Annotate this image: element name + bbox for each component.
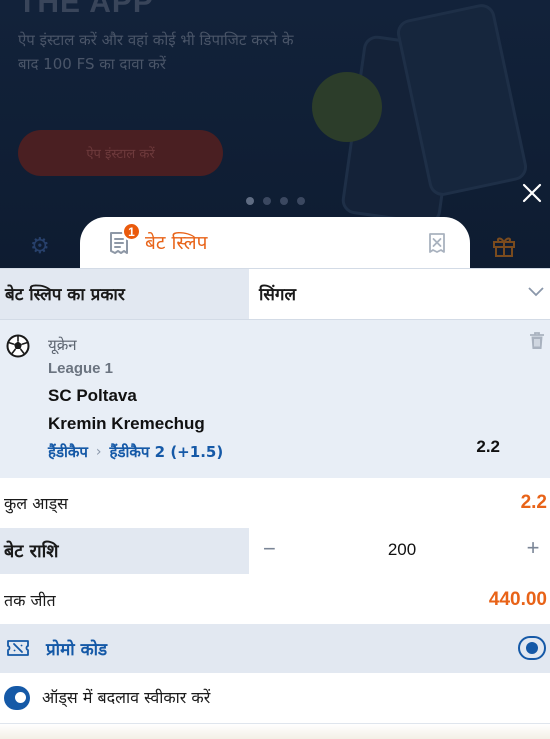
coupon-icon [6, 638, 30, 658]
bet-event-card: यूक्रेन League 1 SC Poltava Kremin Kreme… [0, 319, 550, 478]
carousel-dot [280, 197, 288, 205]
carousel-dot [246, 197, 254, 205]
winnings-label: तक जीत [4, 591, 56, 610]
total-odds-value: 2.2 [520, 492, 547, 513]
stake-row: बेट राशि − + [0, 528, 550, 574]
decorative-circle [312, 72, 382, 142]
stake-label: बेट राशि [4, 541, 59, 562]
team-away: Kremin Kremechug [48, 414, 205, 433]
close-icon[interactable] [520, 181, 544, 205]
banner-text: ऐप इंस्टाल करें और वहां कोई भी डिपाजिट क… [18, 31, 294, 73]
bet-slip-type-row: बेट स्लिप का प्रकार सिंगल [0, 268, 550, 320]
promo-code-label: प्रोमो कोड [46, 640, 108, 660]
market-breadcrumb: हैंडीकैप › हैंडीकैप 2 (+1.5) [48, 442, 223, 462]
bet-slip-type-value: सिंगल [259, 285, 296, 305]
bet-slip-type-select[interactable]: सिंगल [249, 269, 550, 320]
trash-icon[interactable] [528, 331, 546, 351]
market-name: हैंडीकैप 2 (+1.5) [109, 443, 224, 461]
winnings-value: 440.00 [488, 589, 547, 610]
bet-slip-type-label: बेट स्लिप का प्रकार [5, 285, 125, 305]
promo-code-row[interactable]: प्रोमो कोड [0, 624, 550, 673]
event-odd: 2.2 [476, 437, 500, 456]
bet-slip-title: बेट स्लिप [145, 232, 208, 254]
event-country: यूक्रेन [48, 336, 77, 354]
banner-title: THE APP [18, 0, 154, 19]
stake-input[interactable] [349, 536, 455, 564]
chevron-down-icon [528, 287, 544, 297]
team-home: SC Poltava [48, 386, 137, 405]
settings-icon: ⚙ [30, 233, 50, 258]
clear-slip-icon[interactable] [427, 232, 447, 254]
football-icon [6, 334, 30, 358]
carousel-dot [297, 197, 305, 205]
carousel-dots [246, 197, 305, 205]
market-group: हैंडीकैप [48, 443, 88, 461]
carousel-dot [263, 197, 271, 205]
stake-plus-button[interactable]: + [524, 535, 542, 563]
promo-code-toggle[interactable] [518, 636, 546, 660]
accept-odds-row: ऑड्स में बदलाव स्वीकार करें [0, 673, 550, 724]
accept-odds-toggle[interactable] [4, 686, 30, 710]
stake-minus-button[interactable]: − [263, 536, 279, 564]
banner-cta-button: ऐप इंस्टाल करें [18, 130, 223, 176]
total-odds-row: कुल आड्स 2.2 [0, 478, 550, 528]
chevron-right-icon: › [95, 444, 102, 460]
winnings-row: तक जीत 440.00 [0, 574, 550, 624]
bet-count-badge: 1 [122, 222, 141, 241]
event-league: League 1 [48, 360, 114, 377]
footer-strip [0, 724, 550, 739]
accept-odds-label: ऑड्स में बदलाव स्वीकार करें [42, 688, 211, 707]
total-odds-label: कुल आड्स [4, 494, 68, 513]
gift-icon[interactable] [491, 232, 517, 258]
stake-stepper: − + [249, 528, 550, 574]
